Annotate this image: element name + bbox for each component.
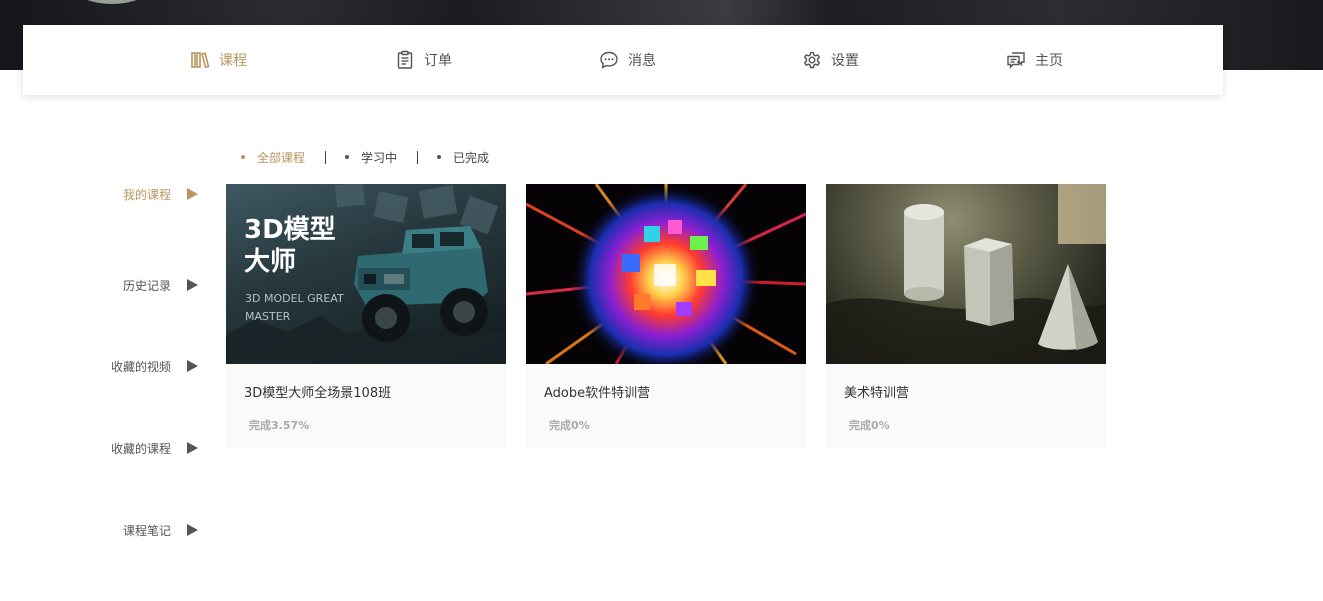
filter-all-courses[interactable]: 全部课程 (236, 149, 305, 166)
gear-icon (802, 50, 822, 70)
bullet-dot-icon (345, 155, 350, 159)
chat-bubble-icon (599, 50, 619, 70)
filter-label: 已完成 (453, 150, 490, 165)
nav-item-label: 订单 (424, 53, 452, 69)
play-arrow-icon (187, 360, 198, 372)
course-card[interactable]: 美术特训营 完成0% (826, 184, 1106, 448)
nav-item-homepage[interactable]: 主页 (1006, 50, 1063, 70)
nav-item-label: 课程 (219, 53, 247, 69)
play-arrow-icon (187, 279, 198, 291)
thumbnail-subtitle: 3D MODEL GREAT MASTER (245, 292, 344, 323)
sidebar-item-label: 收藏的课程 (110, 441, 171, 456)
filter-divider (325, 150, 327, 164)
still-life-illustration (826, 184, 1106, 364)
sidebar-item-my-courses[interactable]: 我的课程 (60, 184, 200, 204)
course-filter-tabs: 全部课程 学习中 已完成 (236, 148, 489, 166)
sidebar-item-label: 历史记录 (122, 278, 171, 293)
sidebar-item-favorite-videos[interactable]: 收藏的视频 (60, 356, 200, 376)
course-progress: 完成0% (549, 419, 590, 432)
sidebar-item-course-notes[interactable]: 课程笔记 (60, 520, 200, 540)
sidebar-item-label: 收藏的视频 (110, 359, 171, 374)
play-arrow-icon (187, 442, 198, 454)
filter-completed[interactable]: 已完成 (432, 149, 489, 166)
bullet-dot-icon (437, 155, 442, 159)
filter-divider (417, 150, 419, 164)
course-progress: 完成0% (849, 419, 890, 432)
sidebar-item-label: 课程笔记 (122, 523, 171, 538)
bullet-dot-icon (241, 155, 245, 159)
course-thumbnail[interactable] (826, 184, 1106, 364)
course-title[interactable]: 美术特训营 (844, 382, 909, 401)
sidebar-item-history[interactable]: 历史记录 (60, 275, 200, 295)
course-card[interactable]: 3D模型 大师 3D MODEL GREAT MASTER 3D模型大师全场景1… (226, 184, 506, 448)
course-thumbnail[interactable] (526, 184, 806, 364)
sidebar-item-label: 我的课程 (122, 187, 171, 202)
clipboard-icon (395, 50, 415, 70)
nav-item-courses[interactable]: 课程 (190, 50, 247, 70)
books-icon (190, 50, 210, 70)
color-burst-illustration (526, 184, 806, 364)
course-card[interactable]: Adobe软件特训营 完成0% (526, 184, 806, 448)
nav-item-settings[interactable]: 设置 (802, 50, 859, 70)
course-thumbnail[interactable]: 3D模型 大师 3D MODEL GREAT MASTER (226, 184, 506, 364)
course-progress: 完成3.57% (249, 419, 310, 432)
thumbnail-title: 3D模型 大师 (244, 215, 336, 277)
nav-item-label: 主页 (1035, 53, 1063, 69)
filter-label: 全部课程 (257, 150, 306, 165)
course-title[interactable]: Adobe软件特训营 (544, 382, 650, 401)
nav-item-orders[interactable]: 订单 (395, 50, 452, 70)
nav-item-label: 设置 (831, 53, 859, 69)
avatar[interactable] (62, 0, 162, 4)
filter-label: 学习中 (361, 150, 398, 165)
sidebar-item-favorite-courses[interactable]: 收藏的课程 (60, 438, 200, 458)
course-title[interactable]: 3D模型大师全场景108班 (244, 382, 391, 401)
play-arrow-icon (187, 524, 198, 536)
top-nav: 课程 订单 消息 设置 主页 (23, 25, 1223, 95)
nav-item-messages[interactable]: 消息 (599, 50, 656, 70)
filter-in-progress[interactable]: 学习中 (340, 149, 397, 166)
nav-item-label: 消息 (628, 53, 656, 69)
comments-icon (1006, 50, 1026, 70)
play-arrow-icon (187, 188, 198, 200)
